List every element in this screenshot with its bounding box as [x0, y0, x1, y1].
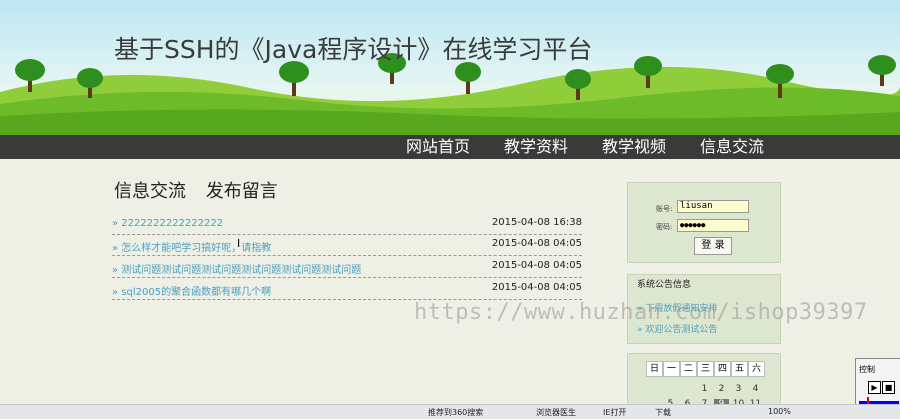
section-title: 信息交流 — [114, 181, 186, 202]
statusbar-item[interactable]: 浏览器医生 — [536, 407, 576, 418]
message-date: 2015-04-08 04:05 — [491, 260, 582, 271]
weekday-header: 二 — [680, 361, 697, 377]
watermark: https://www.huzhan.com/ishop39397 — [414, 300, 868, 325]
message-date: 2015-04-08 04:05 — [491, 282, 582, 293]
post-message-link[interactable]: 发布留言 — [206, 181, 278, 202]
statusbar-item[interactable]: 推荐到360搜索 — [428, 407, 483, 418]
play-icon[interactable]: ▶ — [868, 381, 881, 394]
calendar-day[interactable]: 4 — [748, 384, 763, 394]
text-cursor-icon: I — [237, 237, 241, 250]
password-field[interactable]: ●●●●●● — [677, 219, 749, 232]
notice-title: 系统公告信息 — [637, 280, 692, 290]
browser-statusbar: 推荐到360搜索 浏览器医生 IE打开 下载 100% — [0, 404, 900, 419]
weekday-header: 三 — [697, 361, 714, 377]
calendar-day[interactable]: 1 — [697, 384, 712, 394]
weekday-header: 四 — [714, 361, 731, 377]
weekday-header: 日 — [646, 361, 663, 377]
message-row: » 2222222222222222 2015-04-08 16:38 — [112, 214, 582, 235]
weekday-header: 五 — [731, 361, 748, 377]
calendar-day[interactable]: 3 — [731, 384, 746, 394]
message-link[interactable]: » 2222222222222222 — [112, 218, 223, 229]
stop-icon[interactable]: ■ — [882, 381, 895, 394]
message-date: 2015-04-08 04:05 — [491, 238, 582, 249]
control-title: 控制 — [859, 365, 875, 374]
message-link[interactable]: » 怎么样才能吧学习搞好呢，请指教 — [112, 239, 271, 254]
site-title: 基于SSH的《Java程序设计》在线学习平台 — [114, 35, 593, 64]
landscape-illustration — [0, 53, 900, 135]
statusbar-item[interactable]: IE打开 — [603, 407, 626, 418]
statusbar-item[interactable]: 下载 — [655, 407, 671, 418]
weekday-header: 一 — [663, 361, 680, 377]
calendar-day[interactable]: 2 — [714, 384, 729, 394]
login-button[interactable]: 登 录 — [694, 237, 732, 255]
nav-messages[interactable]: 信息交流 — [700, 136, 764, 158]
nav-materials[interactable]: 教学资料 — [504, 136, 568, 158]
zoom-level[interactable]: 100% — [768, 407, 791, 416]
message-link[interactable]: » 测试问题测试问题测试问题测试问题测试问题测试问题 — [112, 261, 361, 276]
username-label: 账号: — [656, 205, 673, 213]
weekday-header: 六 — [748, 361, 765, 377]
section-heading: 信息交流 发布留言 — [114, 177, 278, 203]
username-field[interactable]: liusan — [677, 200, 749, 213]
main-nav: 网站首页 教学资料 教学视频 信息交流 — [0, 135, 900, 159]
message-date: 2015-04-08 16:38 — [491, 217, 582, 228]
message-row: » sql2005的聚合函数都有哪几个啊 2015-04-08 04:05 — [112, 279, 582, 300]
nav-videos[interactable]: 教学视频 — [602, 136, 666, 158]
message-row: » 怎么样才能吧学习搞好呢，请指教 2015-04-08 04:05 — [112, 235, 582, 256]
message-row: » 测试问题测试问题测试问题测试问题测试问题测试问题 2015-04-08 04… — [112, 257, 582, 278]
header-banner: 基于SSH的《Java程序设计》在线学习平台 — [0, 0, 900, 135]
password-label: 密码: — [656, 223, 673, 231]
nav-home[interactable]: 网站首页 — [406, 136, 470, 158]
message-link[interactable]: » sql2005的聚合函数都有哪几个啊 — [112, 283, 271, 298]
